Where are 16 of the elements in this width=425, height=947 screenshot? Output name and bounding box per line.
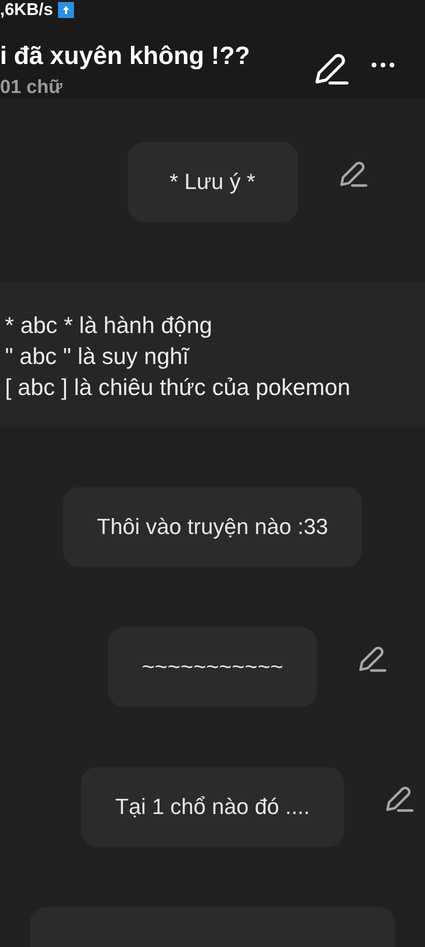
upload-icon (58, 2, 74, 18)
network-speed: ,6KB/s (0, 0, 53, 20)
text-bubble: Tại 1 chổ nào đó .... (81, 767, 344, 847)
edit-icon[interactable] (338, 160, 368, 188)
edit-icon[interactable] (357, 645, 388, 673)
text-bubble: Thôi vào truyện nào :33 (62, 487, 362, 567)
edit-icon[interactable] (384, 785, 414, 813)
paragraph-line: " abc " là suy nghĩ (5, 342, 190, 371)
word-count: 01 chữ (0, 77, 64, 99)
more-icon[interactable] (371, 62, 395, 68)
chapter-title: i đã xuyên không !?? (0, 42, 252, 71)
paragraph-line: [ abc ] là chiêu thức của pokemon (5, 373, 352, 402)
edit-icon[interactable] (313, 52, 349, 86)
paragraph-line: * abc * là hành động (5, 311, 214, 340)
text-bubble: * Lưu ý * (128, 142, 298, 222)
text-bubble: ~~~~~~~~~~~ (108, 627, 318, 707)
